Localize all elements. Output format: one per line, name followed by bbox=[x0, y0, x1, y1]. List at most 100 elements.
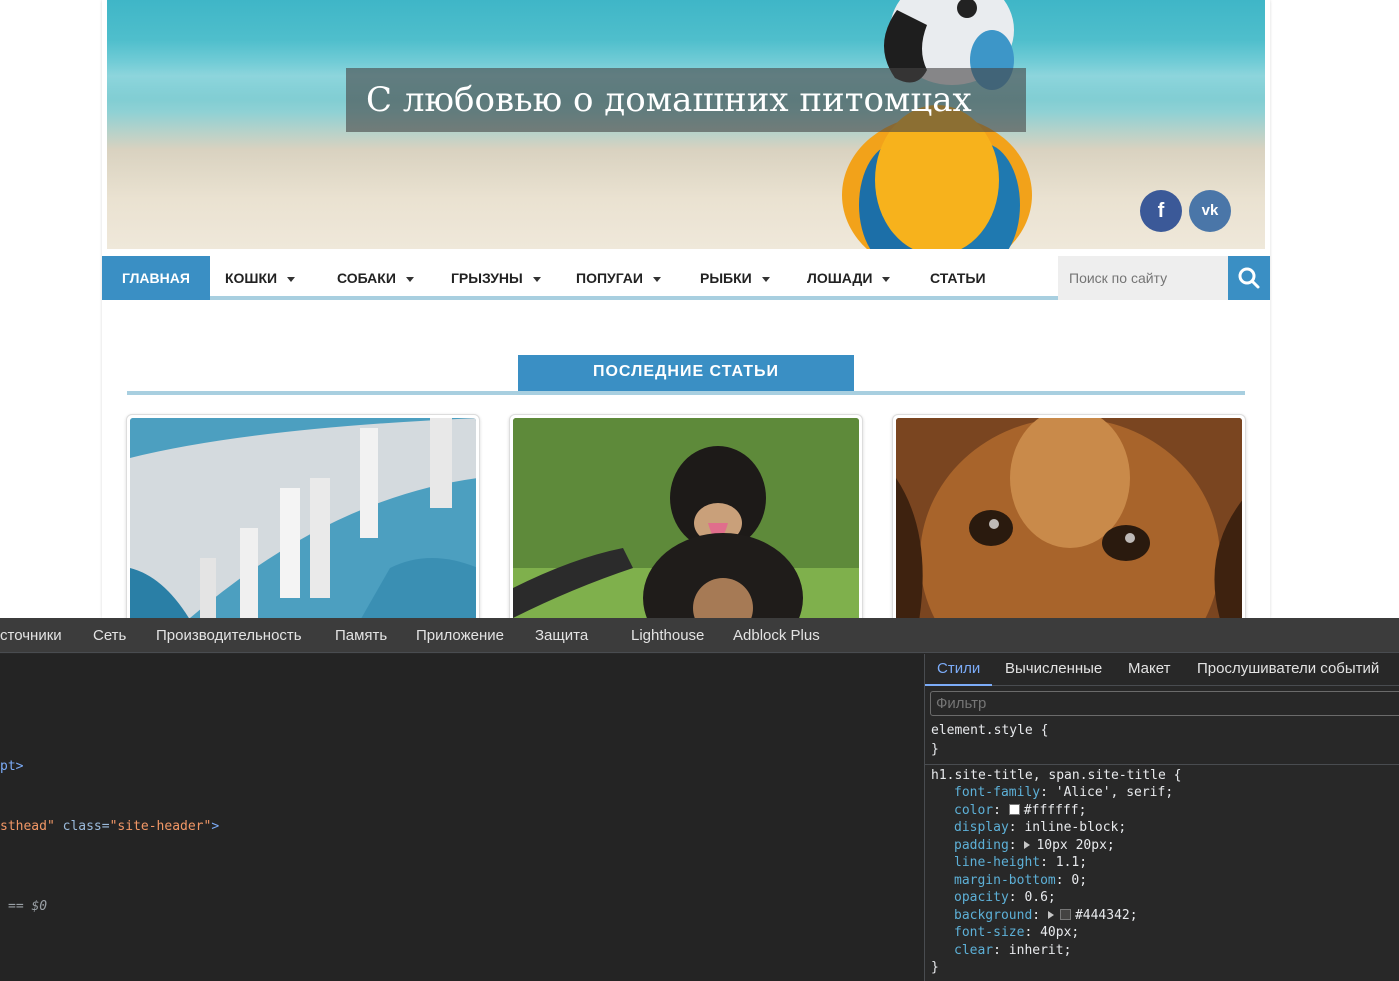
styles-filter-input[interactable] bbox=[930, 691, 1399, 716]
elements-tree[interactable]: pt> sthead" class="site-header"> == $0 bbox=[0, 654, 924, 981]
nav-item-parrots[interactable]: ПОПУГАИ bbox=[576, 256, 661, 300]
expand-triangle-icon[interactable] bbox=[1024, 841, 1031, 849]
css-declaration[interactable]: padding: 10px 20px; bbox=[954, 837, 1115, 855]
css-declaration[interactable]: font-size: 40px; bbox=[954, 924, 1079, 942]
css-prop-name: color bbox=[954, 803, 994, 818]
tab-layout[interactable]: Макет bbox=[1128, 654, 1170, 686]
site-title[interactable]: С любовью о домашних питомцах bbox=[346, 68, 1026, 132]
caret-down-icon bbox=[761, 276, 770, 282]
nav-label: СОБАКИ bbox=[337, 270, 396, 286]
tab-adblock-plus[interactable]: Adblock Plus bbox=[733, 618, 820, 653]
css-prop-value[interactable]: 40px; bbox=[1040, 925, 1079, 940]
vk-icon[interactable]: vk bbox=[1189, 190, 1231, 232]
css-prop-name: display bbox=[954, 820, 1009, 835]
css-prop-value[interactable]: 'Alice', serif; bbox=[1056, 785, 1173, 800]
article-image-dog[interactable] bbox=[513, 418, 859, 618]
devtools-panel: сточники Сеть Производительность Память … bbox=[0, 618, 1399, 981]
nav-label: ПОПУГАИ bbox=[576, 270, 643, 286]
css-prop-value[interactable]: 0; bbox=[1071, 873, 1087, 888]
nav-item-rodents[interactable]: ГРЫЗУНЫ bbox=[451, 256, 541, 300]
search-icon bbox=[1238, 267, 1260, 289]
nav-item-home[interactable]: ГЛАВНАЯ bbox=[102, 256, 210, 300]
css-declaration[interactable]: color: #ffffff; bbox=[954, 802, 1086, 820]
nav-item-horses[interactable]: ЛОШАДИ bbox=[807, 256, 891, 300]
css-prop-name: opacity bbox=[954, 890, 1009, 905]
css-prop-value[interactable]: inherit; bbox=[1009, 943, 1072, 958]
css-close-brace: } bbox=[931, 960, 939, 975]
tab-application[interactable]: Приложение bbox=[416, 618, 504, 653]
caret-down-icon bbox=[882, 276, 891, 282]
caret-down-icon bbox=[405, 276, 414, 282]
css-prop-value[interactable]: #ffffff; bbox=[1024, 803, 1087, 818]
beagle-illustration bbox=[896, 418, 1242, 618]
styles-subtabs: Стили Вычисленные Макет Прослушиватели с… bbox=[925, 654, 1399, 686]
selected-node-marker: == $0 bbox=[8, 899, 48, 914]
caret-down-icon bbox=[287, 276, 296, 282]
caret-down-icon bbox=[652, 276, 661, 282]
nav-label: ГРЫЗУНЫ bbox=[451, 270, 523, 286]
article-card[interactable] bbox=[892, 414, 1246, 618]
css-prop-name: padding bbox=[954, 838, 1009, 853]
tab-event-listeners[interactable]: Прослушиватели событий bbox=[1197, 654, 1379, 686]
dom-node[interactable]: pt> bbox=[0, 759, 23, 774]
css-prop-name: clear bbox=[954, 943, 994, 958]
css-prop-name: font-family bbox=[954, 785, 1041, 800]
color-swatch-icon[interactable] bbox=[1008, 804, 1020, 815]
site-title-rule[interactable]: h1.site-title, span.site-title { font-fa… bbox=[931, 767, 1391, 977]
caret-down-icon bbox=[532, 276, 541, 282]
tab-performance[interactable]: Производительность bbox=[156, 618, 302, 653]
css-prop-value[interactable]: 1.1; bbox=[1056, 855, 1087, 870]
css-selector: h1.site-title, span.site-title { bbox=[931, 768, 1182, 783]
tab-memory[interactable]: Память bbox=[335, 618, 387, 653]
dom-tag-end: > bbox=[211, 819, 220, 834]
search-input[interactable] bbox=[1058, 256, 1228, 300]
css-declaration[interactable]: font-family: 'Alice', serif; bbox=[954, 784, 1173, 802]
css-prop-value[interactable]: 10px 20px; bbox=[1036, 838, 1114, 853]
color-swatch-icon[interactable] bbox=[1059, 909, 1071, 920]
css-prop-name: font-size bbox=[954, 925, 1025, 940]
css-prop-value[interactable]: inline-block; bbox=[1024, 820, 1126, 835]
css-close-brace: } bbox=[931, 742, 939, 757]
dom-node-masthead[interactable]: sthead" class="site-header"> bbox=[0, 819, 219, 834]
dom-attr-value: "site-header" bbox=[109, 819, 212, 834]
css-declaration[interactable]: clear: inherit; bbox=[954, 942, 1071, 960]
section-title: ПОСЛЕДНИЕ СТАТЬИ bbox=[518, 355, 854, 391]
css-declaration[interactable]: opacity: 0.6; bbox=[954, 889, 1056, 907]
tab-computed[interactable]: Вычисленные bbox=[1005, 654, 1102, 686]
article-card[interactable] bbox=[509, 414, 863, 618]
dog-illustration bbox=[513, 418, 859, 618]
nav-item-fish[interactable]: РЫБКИ bbox=[700, 256, 770, 300]
article-image-city[interactable] bbox=[130, 418, 476, 618]
tab-lighthouse[interactable]: Lighthouse bbox=[631, 618, 704, 653]
tab-security[interactable]: Защита bbox=[535, 618, 588, 653]
city-illustration bbox=[130, 418, 476, 618]
nav-label: ГЛАВНАЯ bbox=[122, 270, 190, 286]
dom-attr-value: sthead" bbox=[0, 819, 55, 834]
tab-styles[interactable]: Стили bbox=[925, 654, 993, 686]
tab-sources[interactable]: сточники bbox=[0, 618, 62, 653]
css-declaration[interactable]: background: #444342; bbox=[954, 907, 1138, 925]
css-declaration[interactable]: margin-bottom: 0; bbox=[954, 872, 1087, 890]
tab-network[interactable]: Сеть bbox=[93, 618, 126, 653]
facebook-icon[interactable]: f bbox=[1140, 190, 1182, 232]
nav-item-dogs[interactable]: СОБАКИ bbox=[337, 256, 414, 300]
nav-item-cats[interactable]: КОШКИ bbox=[225, 256, 296, 300]
styles-pane: Стили Вычисленные Макет Прослушиватели с… bbox=[924, 654, 1399, 981]
header-banner: С любовью о домашних питомцах f vk bbox=[107, 0, 1265, 249]
css-declaration[interactable]: line-height: 1.1; bbox=[954, 854, 1087, 872]
main-navigation: ГЛАВНАЯ КОШКИ СОБАКИ ГРЫЗУНЫ ПОПУГАИ РЫБ… bbox=[102, 256, 1270, 300]
css-prop-name: margin-bottom bbox=[954, 873, 1056, 888]
nav-label: ЛОШАДИ bbox=[807, 270, 873, 286]
css-declaration[interactable]: display: inline-block; bbox=[954, 819, 1126, 837]
article-card[interactable] bbox=[126, 414, 480, 618]
css-prop-value[interactable]: 0.6; bbox=[1024, 890, 1055, 905]
nav-label: СТАТЬИ bbox=[930, 270, 986, 286]
rule-divider bbox=[925, 764, 1399, 765]
css-prop-value[interactable]: #444342; bbox=[1075, 908, 1138, 923]
article-image-beagle[interactable] bbox=[896, 418, 1242, 618]
search-button[interactable] bbox=[1228, 256, 1270, 300]
expand-triangle-icon[interactable] bbox=[1047, 911, 1054, 919]
dom-attr-name: class= bbox=[62, 819, 110, 834]
css-prop-name: background bbox=[954, 908, 1033, 923]
nav-item-articles[interactable]: СТАТЬИ bbox=[930, 256, 986, 300]
